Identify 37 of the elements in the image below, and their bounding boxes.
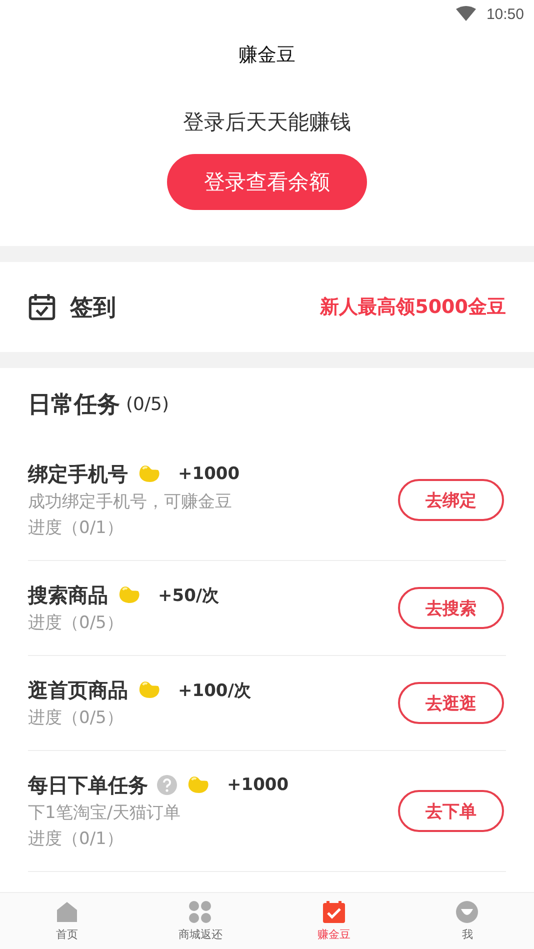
grid-icon bbox=[188, 900, 212, 924]
section-title: 日常任务 bbox=[28, 390, 120, 420]
task-title: 绑定手机号 bbox=[28, 460, 128, 488]
task-button[interactable]: 去逛逛 bbox=[398, 682, 504, 724]
bean-icon bbox=[186, 775, 210, 795]
login-button[interactable]: 登录查看余额 bbox=[167, 154, 367, 210]
reward-amount: +50/次 bbox=[158, 584, 220, 606]
status-time: 10:50 bbox=[486, 6, 524, 22]
task-count: (0/5) bbox=[126, 394, 170, 414]
reward-amount: +1000 bbox=[178, 464, 240, 484]
task-title: 逛首页商品 bbox=[28, 676, 128, 704]
task-title: 搜索商品 bbox=[28, 582, 108, 608]
face-icon bbox=[455, 900, 480, 924]
reward-amount: +100/次 bbox=[178, 680, 251, 702]
reward-amount: +1000 bbox=[227, 775, 289, 795]
calendar-check-icon bbox=[322, 900, 346, 924]
task-title: 每日下单任务 bbox=[28, 772, 148, 798]
wifi-icon bbox=[456, 6, 476, 22]
checkin-promo: 新人最高领5000金豆 bbox=[320, 295, 506, 320]
calendar-icon bbox=[28, 293, 56, 321]
task-button[interactable]: 去搜索 bbox=[398, 587, 504, 629]
tab-item[interactable]: 首页 bbox=[0, 893, 134, 949]
tab-item[interactable]: 商城返还 bbox=[134, 893, 267, 949]
tab-item[interactable]: 赚金豆 bbox=[267, 893, 400, 949]
bean-icon bbox=[137, 680, 161, 700]
task-button[interactable]: 去下单 bbox=[398, 790, 504, 832]
bean-icon bbox=[117, 585, 141, 605]
page-title: 赚金豆 bbox=[238, 43, 296, 68]
task-button[interactable]: 去绑定 bbox=[398, 479, 504, 521]
help-icon[interactable] bbox=[157, 775, 177, 795]
bean-icon bbox=[137, 464, 161, 484]
home-icon bbox=[54, 900, 79, 924]
checkin-label: 签到 bbox=[70, 294, 117, 322]
login-prompt: 登录后天天能赚钱 bbox=[183, 109, 351, 136]
task-description: 下1笔淘宝/天猫订单 bbox=[28, 802, 182, 825]
tab-item[interactable]: 我 bbox=[400, 893, 534, 949]
task-description: 成功绑定手机号，可赚金豆 bbox=[28, 491, 233, 514]
